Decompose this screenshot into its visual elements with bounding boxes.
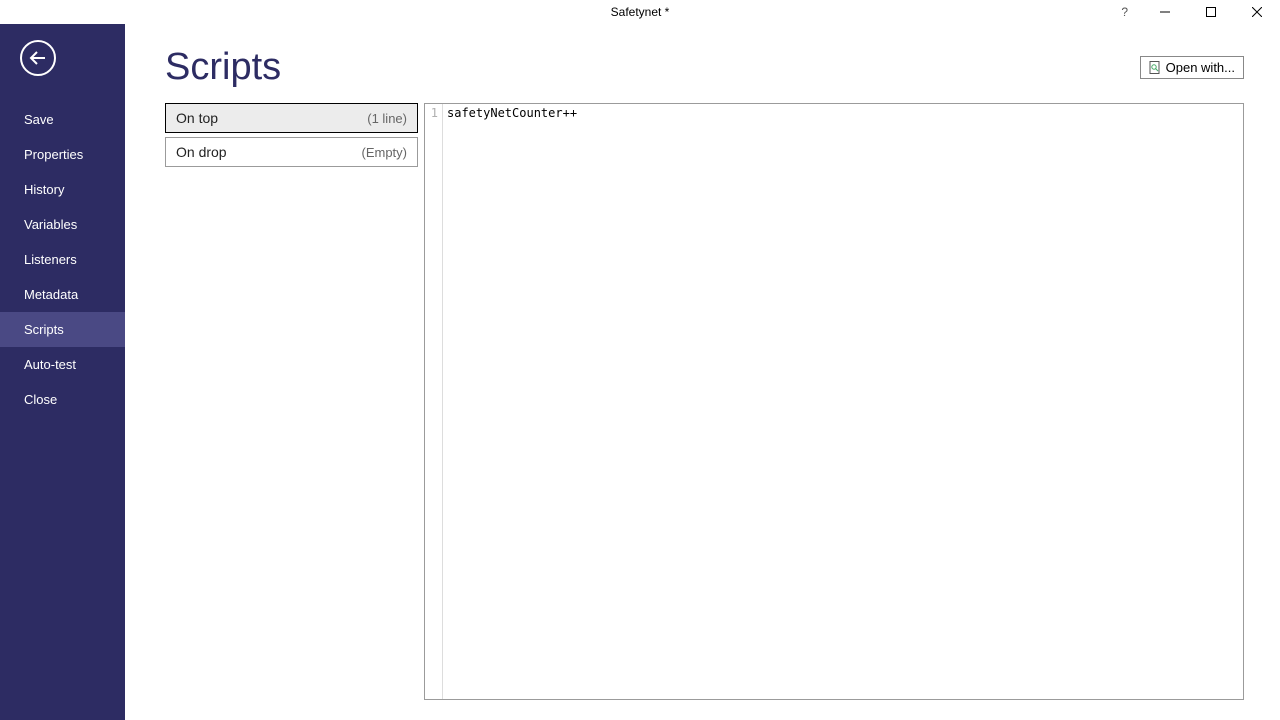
minimize-icon — [1160, 7, 1170, 17]
line-gutter: 1 — [425, 104, 443, 699]
help-button[interactable]: ? — [1107, 5, 1142, 19]
content-row: On top (1 line) On drop (Empty) 1 safety… — [165, 103, 1244, 700]
titlebar: Safetynet * ? — [0, 0, 1280, 24]
page-header: Scripts Open with... — [165, 46, 1244, 89]
open-with-button[interactable]: Open with... — [1140, 56, 1244, 79]
page-title: Scripts — [165, 46, 281, 89]
window-title: Safetynet * — [611, 5, 670, 19]
sidebar-item-close[interactable]: Close — [0, 382, 125, 417]
back-button[interactable] — [20, 40, 56, 76]
script-item-on-top[interactable]: On top (1 line) — [165, 103, 418, 133]
open-with-label: Open with... — [1166, 60, 1235, 75]
sidebar-item-listeners[interactable]: Listeners — [0, 242, 125, 277]
sidebar-item-variables[interactable]: Variables — [0, 207, 125, 242]
back-arrow-icon — [29, 51, 47, 65]
script-name: On drop — [176, 144, 227, 160]
script-item-on-drop[interactable]: On drop (Empty) — [165, 137, 418, 167]
sidebar-item-history[interactable]: History — [0, 172, 125, 207]
sidebar-item-properties[interactable]: Properties — [0, 137, 125, 172]
script-name: On top — [176, 110, 218, 126]
sidebar-item-auto-test[interactable]: Auto-test — [0, 347, 125, 382]
close-window-button[interactable] — [1234, 0, 1280, 24]
maximize-button[interactable] — [1188, 0, 1234, 24]
script-list: On top (1 line) On drop (Empty) — [165, 103, 418, 700]
minimize-button[interactable] — [1142, 0, 1188, 24]
line-number: 1 — [425, 106, 438, 120]
window-controls: ? — [1107, 0, 1280, 24]
sidebar-item-scripts[interactable]: Scripts — [0, 312, 125, 347]
sidebar: Save Properties History Variables Listen… — [0, 24, 125, 720]
main-content: Scripts Open with... On top (1 line) — [125, 24, 1280, 720]
script-info: (1 line) — [367, 111, 407, 126]
close-icon — [1252, 7, 1262, 17]
sidebar-item-save[interactable]: Save — [0, 102, 125, 137]
maximize-icon — [1206, 7, 1216, 17]
sidebar-item-metadata[interactable]: Metadata — [0, 277, 125, 312]
document-search-icon — [1149, 61, 1161, 75]
code-editor[interactable]: 1 safetyNetCounter++ — [424, 103, 1244, 700]
script-info: (Empty) — [362, 145, 408, 160]
code-area[interactable]: safetyNetCounter++ — [443, 104, 1243, 699]
